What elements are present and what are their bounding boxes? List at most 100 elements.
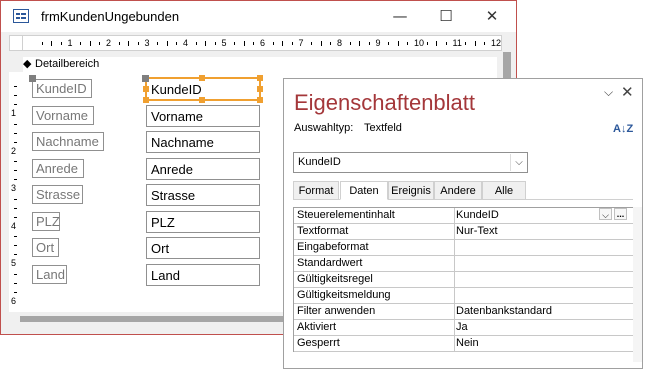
control-selector-combo[interactable]: KundeID ⌵ xyxy=(293,152,528,173)
property-sheet-title: Eigenschaftenblatt xyxy=(294,90,476,115)
property-sheet: Eigenschaftenblatt ⌵ ✕ Auswahltyp: Textf… xyxy=(283,78,643,369)
ruler-tick xyxy=(157,42,159,45)
vertical-ruler-tick xyxy=(14,291,17,293)
ruler-tick xyxy=(407,42,409,45)
field-label-anrede[interactable]: Anrede xyxy=(32,158,84,178)
selection-handle[interactable] xyxy=(199,97,205,103)
field-label-nachname[interactable]: Nachname xyxy=(32,132,104,151)
close-button[interactable]: ✕ xyxy=(469,1,515,32)
chevron-down-icon[interactable]: ⌵ xyxy=(604,85,613,100)
minimize-button[interactable]: — xyxy=(377,1,423,32)
horizontal-ruler[interactable]: 1 2 3 4 5 6 7 8 9 10 11 12 xyxy=(9,35,502,51)
ruler-tick xyxy=(368,42,370,45)
selection-handle[interactable] xyxy=(257,97,263,103)
property-row[interactable]: Gültigkeitsregel xyxy=(294,272,635,288)
textbox-strasse[interactable]: Strasse xyxy=(146,184,260,206)
selection-handle[interactable] xyxy=(143,97,149,103)
property-row[interactable]: Textformat Nur-Text xyxy=(294,224,635,240)
property-separator xyxy=(454,336,455,351)
selection-handle[interactable] xyxy=(257,75,263,81)
property-row[interactable]: Gültigkeitsmeldung xyxy=(294,288,635,304)
property-row[interactable]: Filter anwenden Datenbankstandard xyxy=(294,304,635,320)
form-selector[interactable] xyxy=(9,35,23,51)
selection-handle[interactable] xyxy=(199,75,205,81)
ruler-tick xyxy=(80,42,82,45)
ruler-tick xyxy=(282,41,284,46)
chevron-down-icon[interactable]: ⌵ xyxy=(599,208,612,220)
property-separator xyxy=(454,304,455,319)
vertical-scroll-thumb[interactable] xyxy=(503,52,511,80)
field-label-strasse[interactable]: Strasse xyxy=(32,185,83,204)
property-row[interactable]: Aktiviert Ja xyxy=(294,320,635,336)
vertical-ruler-tick xyxy=(14,161,17,162)
ruler-number: 6 xyxy=(260,38,266,48)
tab-alle[interactable]: Alle xyxy=(482,181,526,200)
ruler-tick xyxy=(359,41,361,46)
window-title: frmKundenUngebunden xyxy=(41,9,180,24)
title-bar[interactable]: frmKundenUngebunden — ☐ ✕ xyxy=(1,1,516,32)
field-label-kundeid[interactable]: KundeID xyxy=(32,79,92,98)
detail-section-bar[interactable]: ◆ Detailbereich xyxy=(23,57,497,73)
property-grid: Steuerelementinhalt KundeID ⌵... Textformat… xyxy=(293,207,635,352)
tab-andere[interactable]: Andere xyxy=(434,181,482,200)
tab-format[interactable]: Format xyxy=(293,181,339,200)
ruler-tick xyxy=(436,41,438,46)
chevron-down-icon[interactable]: ⌵ xyxy=(510,154,527,171)
vertical-ruler[interactable]: 1 2 3 4 5 6 xyxy=(9,72,23,312)
ruler-tick xyxy=(128,41,130,46)
move-handle[interactable] xyxy=(142,75,149,82)
field-label-vorname[interactable]: Vorname xyxy=(32,105,94,125)
property-value[interactable]: Nur-Text xyxy=(456,225,632,237)
ruler-number: 7 xyxy=(298,38,304,48)
ruler-tick xyxy=(89,41,91,46)
textbox-vorname[interactable]: Vorname xyxy=(146,104,260,127)
vertical-ruler-tick xyxy=(14,179,17,180)
tab-daten[interactable]: Daten xyxy=(340,181,388,200)
property-row[interactable]: Standardwert xyxy=(294,256,635,272)
ruler-tick xyxy=(426,42,428,45)
vertical-ruler-tick xyxy=(14,282,17,284)
selection-handle[interactable] xyxy=(257,86,263,92)
ruler-tick xyxy=(166,41,168,46)
ruler-tick xyxy=(291,42,293,45)
vertical-ruler-tick xyxy=(14,123,17,125)
property-separator xyxy=(454,256,455,271)
sort-icon-glyph: A↓Z xyxy=(613,123,634,135)
ruler-number: 11 xyxy=(452,38,462,48)
builder-button[interactable]: ... xyxy=(614,208,627,220)
tab-ereignis[interactable]: Ereignis xyxy=(388,181,434,200)
property-separator xyxy=(454,240,455,255)
ruler-number: 2 xyxy=(106,38,112,48)
textbox-nachname[interactable]: Nachname xyxy=(146,131,260,153)
textbox-ort[interactable]: Ort xyxy=(146,237,260,259)
selection-handle[interactable] xyxy=(143,86,149,92)
ruler-number: 4 xyxy=(183,38,189,48)
property-separator xyxy=(454,224,455,239)
property-row[interactable]: Eingabeformat xyxy=(294,240,635,256)
field-label-ort[interactable]: Ort xyxy=(32,238,59,257)
textbox-plz[interactable]: PLZ xyxy=(146,210,260,233)
ruler-number: 9 xyxy=(375,38,381,48)
horizontal-scroll-thumb[interactable] xyxy=(20,316,320,322)
property-value[interactable]: Datenbankstandard xyxy=(456,305,632,317)
sort-icon[interactable]: A↓Z xyxy=(613,123,634,135)
property-value[interactable]: Ja xyxy=(456,321,632,333)
ruler-tick xyxy=(99,42,101,45)
ruler-tick xyxy=(311,42,313,45)
property-value[interactable]: Nein xyxy=(456,337,632,349)
property-row[interactable]: Steuerelementinhalt KundeID ⌵... xyxy=(294,208,635,224)
ruler-number: 10 xyxy=(414,38,425,48)
move-handle[interactable] xyxy=(29,75,36,82)
vertical-ruler-number: 6 xyxy=(11,295,17,306)
maximize-button[interactable]: ☐ xyxy=(423,1,469,32)
close-icon[interactable]: ✕ xyxy=(621,83,634,101)
field-label-land[interactable]: Land xyxy=(32,264,67,284)
property-grid-scrollbar[interactable] xyxy=(633,207,642,362)
textbox-anrede[interactable]: Anrede xyxy=(146,157,260,180)
ruler-tick xyxy=(243,41,245,46)
textbox-land[interactable]: Land xyxy=(146,263,260,286)
ruler-tick xyxy=(397,41,399,46)
field-label-plz[interactable]: PLZ xyxy=(32,211,60,231)
vertical-ruler-tick xyxy=(14,132,17,134)
property-row[interactable]: Gesperrt Nein xyxy=(294,336,635,352)
